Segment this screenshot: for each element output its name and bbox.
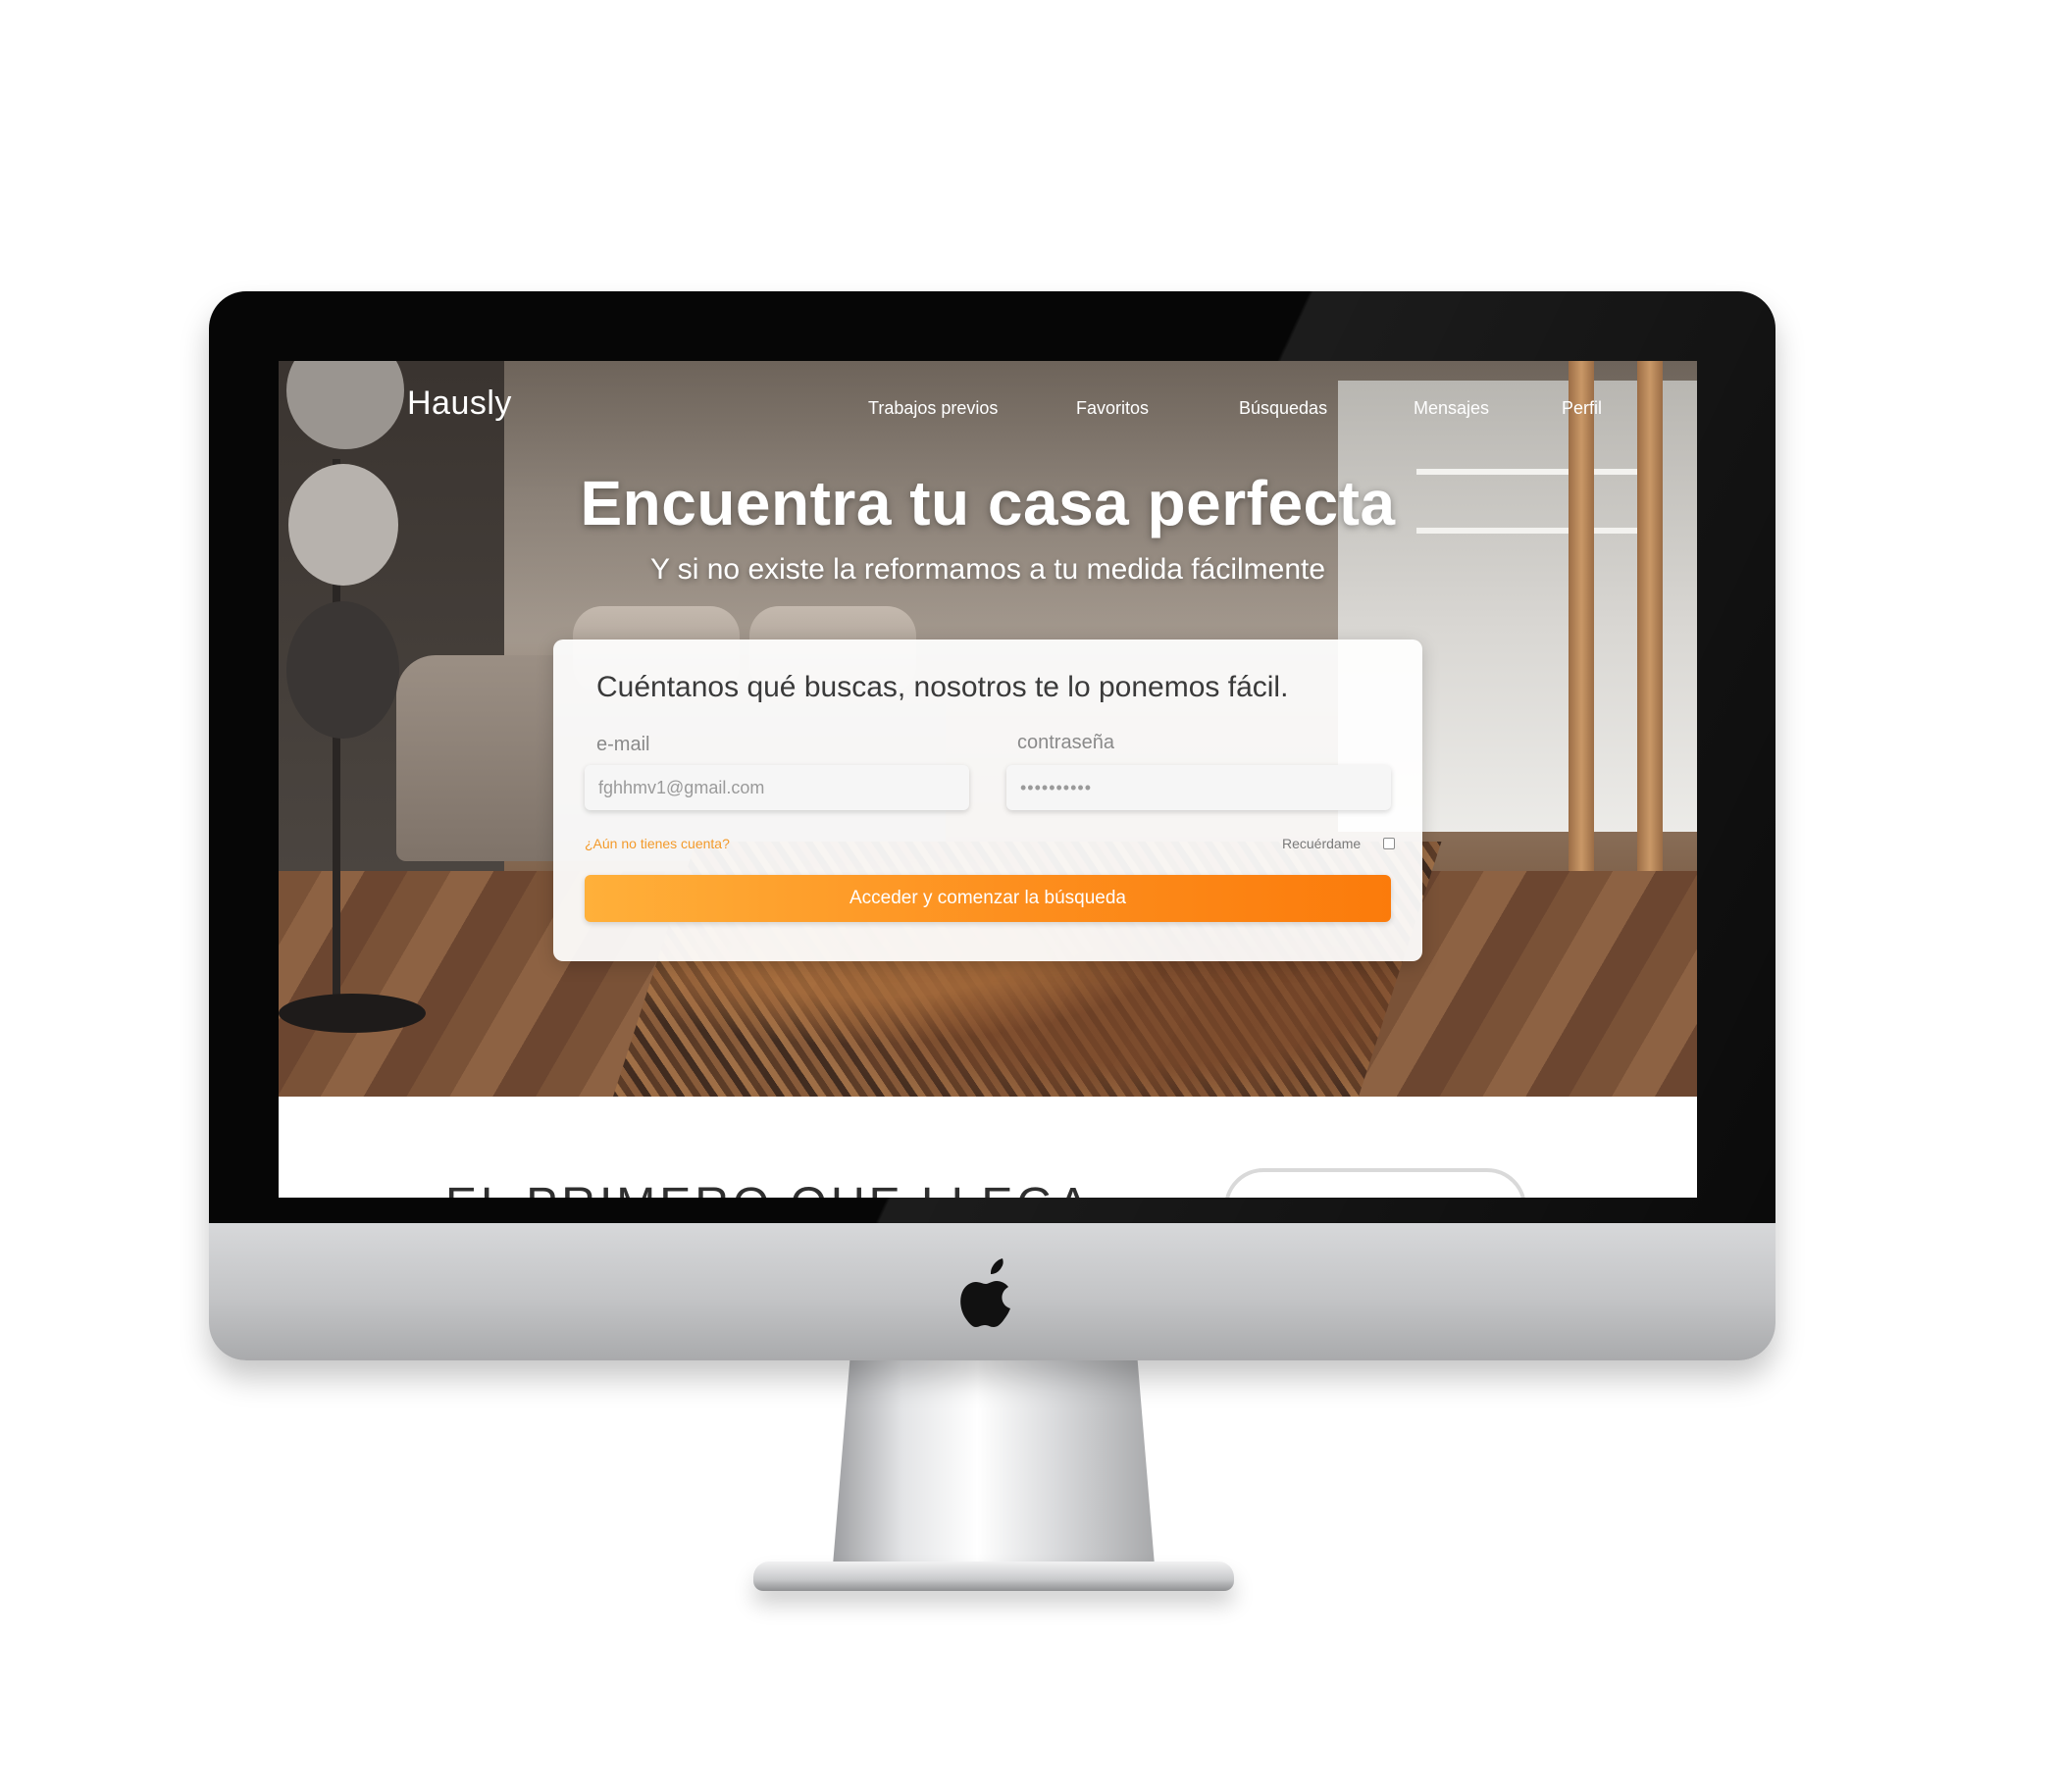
nav-item-busquedas[interactable]: Búsquedas bbox=[1239, 398, 1327, 419]
hero-subtitle: Y si no existe la reformamos a tu medida… bbox=[649, 553, 1326, 586]
brand-logo[interactable]: Hausly bbox=[407, 384, 512, 423]
remember-me-checkbox[interactable] bbox=[1383, 838, 1395, 849]
decor-pole-base bbox=[279, 994, 426, 1033]
password-field[interactable] bbox=[1006, 765, 1391, 810]
remember-me-label: Recuérdame bbox=[1282, 836, 1362, 851]
hero-section: Hausly Trabajos previos Favoritos Búsque… bbox=[279, 361, 1697, 1097]
password-label: contraseña bbox=[1017, 732, 1114, 753]
next-section-button-outline[interactable] bbox=[1224, 1168, 1526, 1198]
apple-icon bbox=[960, 1258, 1010, 1327]
screen: Hausly Trabajos previos Favoritos Búsque… bbox=[279, 361, 1697, 1198]
login-card-title: Cuéntanos qué buscas, nosotros te lo pon… bbox=[596, 671, 1289, 703]
monitor: Hausly Trabajos previos Favoritos Búsque… bbox=[209, 291, 1775, 1360]
stand-neck bbox=[831, 1354, 1157, 1589]
email-label: e-mail bbox=[596, 734, 650, 755]
nav-item-perfil[interactable]: Perfil bbox=[1562, 398, 1602, 419]
login-submit-button[interactable]: Acceder y comenzar la búsqueda bbox=[585, 875, 1391, 922]
nav-item-trabajos-previos[interactable]: Trabajos previos bbox=[868, 398, 998, 419]
wood-pillar bbox=[1637, 361, 1663, 891]
email-field[interactable] bbox=[585, 765, 969, 810]
nav-item-mensajes[interactable]: Mensajes bbox=[1414, 398, 1489, 419]
stand-base bbox=[753, 1562, 1234, 1591]
next-section-heading: EL PRIMERO QUE LLEGA bbox=[445, 1178, 1093, 1198]
top-nav: Hausly Trabajos previos Favoritos Búsque… bbox=[279, 361, 1697, 439]
signup-link[interactable]: ¿Aún no tienes cuenta? bbox=[585, 836, 730, 851]
decor-disc bbox=[286, 601, 399, 739]
hero-title: Encuentra tu casa perfecta bbox=[580, 468, 1396, 538]
wood-pillar bbox=[1569, 361, 1594, 891]
login-card: Cuéntanos qué buscas, nosotros te lo pon… bbox=[553, 640, 1422, 961]
nav-item-favoritos[interactable]: Favoritos bbox=[1076, 398, 1149, 419]
